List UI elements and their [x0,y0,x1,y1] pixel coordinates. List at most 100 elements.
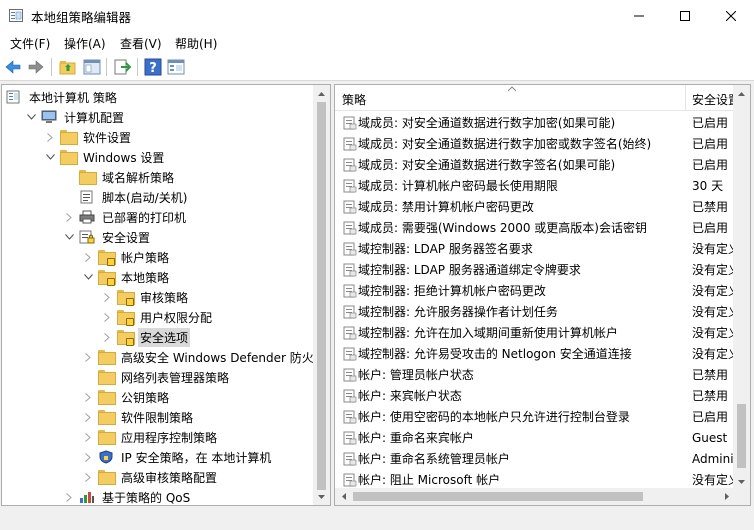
tree-item-audit-policy[interactable]: 审核策略 [101,287,190,307]
policy-setting-value: 已启用 [692,116,729,130]
tree-item-local-policies[interactable]: 本地策略 [82,267,171,287]
no-expander [63,171,75,183]
expand-right-chevron-icon[interactable] [101,331,113,343]
list-item[interactable]: 域成员: 对安全通道数据进行数字加密(如果可能) 已启用 [335,112,735,133]
list-item[interactable]: 帐户: 重命名系统管理员帐户Administrator [335,448,750,469]
tree-item-user-rights-assignment[interactable]: 用户权限分配 [101,307,214,327]
column-header-policy[interactable]: 策略 [342,91,366,108]
list-item[interactable]: 域控制器: 允许易受攻击的 Netlogon 安全通道连接 没有定义 [335,343,740,364]
tree-item-public-key-policies[interactable]: 公钥策略 [82,387,171,407]
expand-down-chevron-icon[interactable] [82,271,94,283]
list-horizontal-scrollbar[interactable] [335,488,735,505]
tree-item-label: 已部署的打印机 [102,210,187,225]
expand-right-chevron-icon[interactable] [82,471,94,483]
tree-item-ip-security-policies[interactable]: IP 安全策略，在 本地计算机 [82,447,273,467]
up-folder-button[interactable] [59,58,77,76]
tree-item-windows-defender-firewall[interactable]: 高级安全 Windows Defender 防火墙 [82,347,328,367]
tree-vertical-scrollbar[interactable] [313,85,330,505]
menu-help[interactable]: 帮助(H) [175,35,217,52]
maximize-button[interactable] [662,0,708,31]
list-item[interactable]: 域控制器: LDAP 服务器签名要求 没有定义 [335,238,740,259]
list-item[interactable]: 帐户: 使用空密码的本地帐户只允许进行控制台登录 已启用 [335,406,735,427]
expand-right-chevron-icon[interactable] [82,251,94,263]
tree-item-name-resolution-policy[interactable]: 域名解析策略 [63,167,176,187]
folder-icon [79,170,97,185]
tree-item-advanced-audit-policy[interactable]: 高级审核策略配置 [82,467,219,487]
export-list-button[interactable] [113,58,131,76]
tree-item-software-restriction-policies[interactable]: 软件限制策略 [82,407,195,427]
printer-icon [79,210,95,224]
list-item[interactable]: 帐户: 管理员帐户状态 已禁用 [335,364,735,385]
toolbar-separator [106,58,107,76]
list-item[interactable]: 域成员: 计算机帐户密码最长使用期限 30 天 [335,175,735,196]
tree-item-local-computer-policy[interactable]: 本地计算机 策略 [6,87,119,107]
list-item[interactable]: 域控制器: 允许在加入域期间重新使用计算机帐户 没有定义 [335,322,740,343]
expand-right-chevron-icon[interactable] [82,391,94,403]
show-hide-tree-button[interactable] [83,58,101,76]
properties-button[interactable] [167,58,185,76]
menu-action[interactable]: 操作(A) [64,35,106,52]
list-item[interactable]: 域成员: 对安全通道数据进行数字加密或数字签名(始终) 已启用 [335,133,735,154]
list-item[interactable]: 帐户: 来宾帐户状态 已禁用 [335,385,735,406]
close-button[interactable] [708,0,754,31]
policy-setting-icon [343,263,357,276]
computer-icon [41,110,57,124]
scroll-up-arrow-icon[interactable] [733,85,750,102]
tree-item-security-settings[interactable]: 安全设置 [63,227,152,247]
list-item[interactable]: 域成员: 需要强(Windows 2000 或更高版本)会话密钥 已启用 [335,217,735,238]
list-item[interactable]: 帐户: 重命名来宾帐户 Guest [335,427,735,448]
policy-setting-icon [343,200,357,213]
scroll-down-arrow-icon[interactable] [313,488,330,505]
tree-item-account-policies[interactable]: 帐户策略 [82,247,171,267]
tree-item-label: 应用程序控制策略 [121,430,218,445]
toolbar-separator [51,58,52,76]
tree-item-security-options[interactable]: 安全选项 [101,327,191,347]
menu-view[interactable]: 查看(V) [120,35,162,52]
scroll-left-arrow-icon[interactable] [335,488,352,505]
expand-down-chevron-icon[interactable] [44,151,56,163]
expand-right-chevron-icon[interactable] [44,131,56,143]
tree-scroll-thumb[interactable] [317,102,326,490]
forward-button[interactable] [27,58,45,76]
tree-item-deployed-printers[interactable]: 已部署的打印机 [63,207,188,227]
expand-right-chevron-icon[interactable] [63,491,75,503]
policy-setting-icon [343,368,357,381]
list-item[interactable]: 域成员: 对安全通道数据进行数字签名(如果可能) 已启用 [335,154,735,175]
tree-item-computer-configuration[interactable]: 计算机配置 [25,107,126,127]
expand-down-chevron-icon[interactable] [25,111,37,123]
list-item[interactable]: 帐户: 阻止 Microsoft 帐户 没有定义 [335,469,740,490]
policy-setting-icon [343,242,357,255]
tree-item-application-control-policies[interactable]: 应用程序控制策略 [82,427,219,447]
expand-down-chevron-icon[interactable] [63,231,75,243]
tree-item-label: 计算机配置 [64,110,125,125]
expand-right-chevron-icon[interactable] [82,431,94,443]
scroll-up-arrow-icon[interactable] [313,85,330,102]
expand-right-chevron-icon[interactable] [82,351,94,363]
policy-setting-icon [343,452,357,465]
expand-right-chevron-icon[interactable] [82,451,94,463]
list-item[interactable]: 域控制器: 拒绝计算机帐户密码更改 没有定义 [335,280,740,301]
list-item[interactable]: 域成员: 禁用计算机帐户密码更改 已禁用 [335,196,735,217]
tree-item-label: 审核策略 [140,290,189,305]
column-divider[interactable] [685,85,686,111]
tree-item-network-list-manager-policies[interactable]: 网络列表管理器策略 [82,367,231,387]
back-button[interactable] [4,58,22,76]
expand-right-chevron-icon[interactable] [82,411,94,423]
list-hscroll-thumb[interactable] [353,492,643,501]
list-item[interactable]: 域控制器: 允许服务器操作者计划任务 没有定义 [335,301,740,322]
tree-item-windows-settings[interactable]: Windows 设置 [44,147,166,167]
tree-item-software-settings[interactable]: 软件设置 [44,127,133,147]
tree-item-scripts-startup-shutdown[interactable]: 脚本(启动/关机) [63,187,189,207]
tree-item-policy-based-qos[interactable]: 基于策略的 QoS [63,487,192,505]
expand-right-chevron-icon[interactable] [101,291,113,303]
help-button[interactable]: ? [144,58,162,76]
expand-right-chevron-icon[interactable] [63,211,75,223]
minimize-button[interactable] [616,0,662,31]
tree-item-label: 基于策略的 QoS [102,490,191,505]
list-vertical-scrollbar[interactable] [733,85,750,490]
menu-file[interactable]: 文件(F) [10,35,50,52]
expand-right-chevron-icon[interactable] [101,311,113,323]
list-scroll-thumb[interactable] [737,404,746,468]
tree-item-label: 安全选项 [138,327,191,347]
list-item[interactable]: 域控制器: LDAP 服务器通道绑定令牌要求 没有定义 [335,259,740,280]
